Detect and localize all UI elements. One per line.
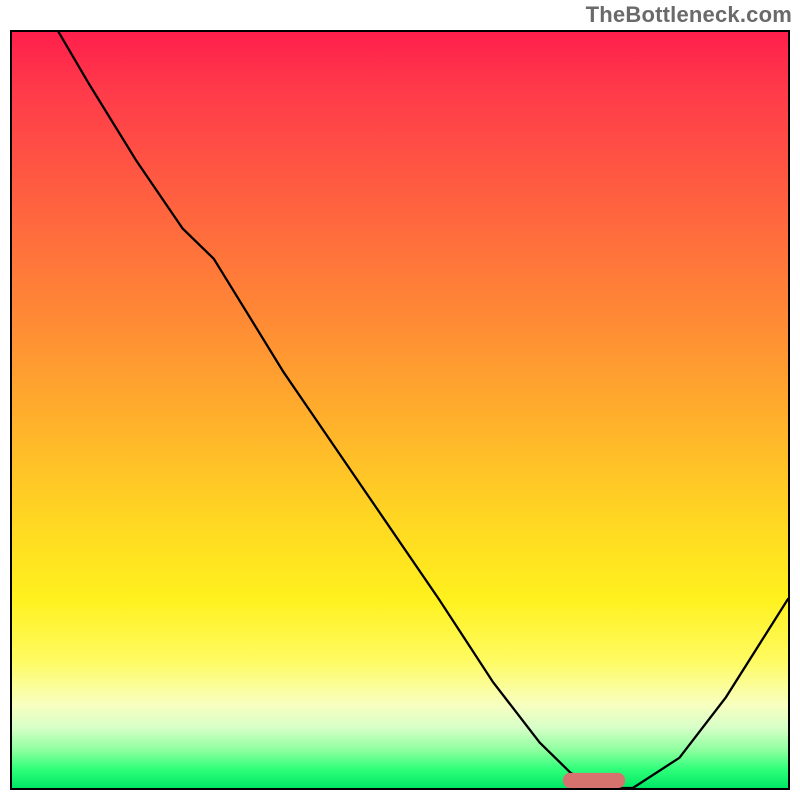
watermark-label: TheBottleneck.com bbox=[586, 2, 792, 28]
optimal-marker bbox=[563, 773, 625, 788]
chart-canvas: TheBottleneck.com bbox=[0, 0, 800, 800]
curve-svg bbox=[12, 32, 788, 788]
bottleneck-curve-path bbox=[59, 32, 788, 788]
plot-area bbox=[10, 30, 790, 790]
